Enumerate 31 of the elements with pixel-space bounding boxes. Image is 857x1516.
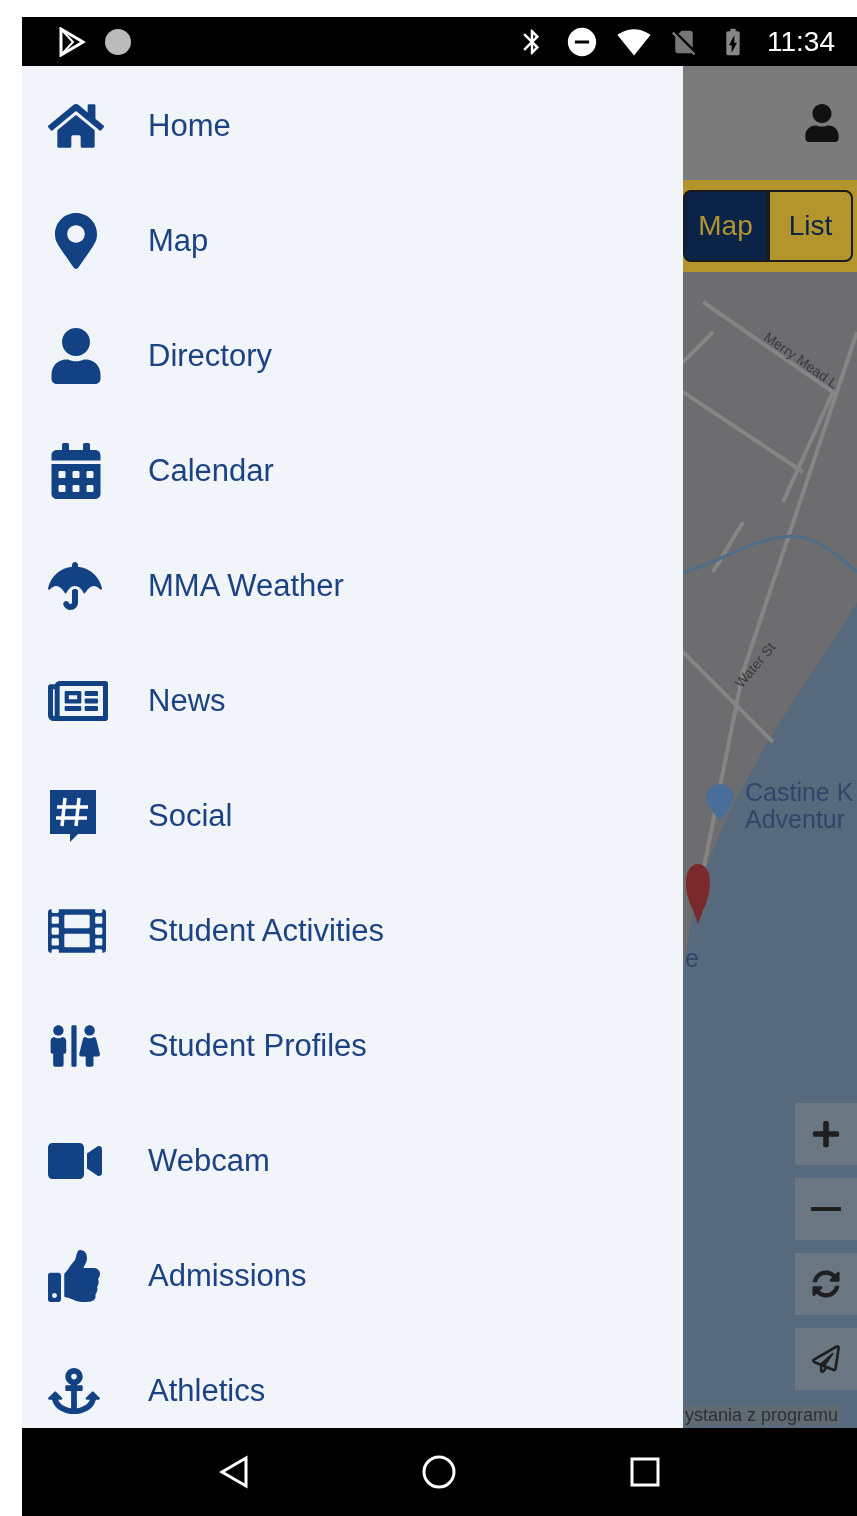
map-attribution: ystania z programu [683,1405,841,1426]
menu-item[interactable]: MMA Weather [22,528,683,643]
menu-item[interactable]: Admissions [22,1218,683,1333]
zoom-in-button[interactable] [795,1103,857,1165]
profile-icon[interactable] [803,104,841,142]
sync-circle-icon [104,27,132,56]
navigation-arrow-icon [812,1345,840,1373]
menu-item[interactable]: Directory [22,298,683,413]
menu-item[interactable]: Map [22,183,683,298]
view-tab[interactable]: Map [683,190,768,262]
locate-button[interactable] [795,1328,857,1390]
menu-item[interactable]: Webcam [22,1103,683,1218]
menu-item[interactable]: Calendar [22,413,683,528]
location-pin-icon [705,784,735,822]
menu-item[interactable]: Home [22,68,683,183]
clock-time: 11:34 [767,25,835,58]
menu-item[interactable]: Social [22,758,683,873]
minus-icon [811,1207,841,1211]
hashtag-icon [48,787,98,844]
zoom-out-button[interactable] [795,1178,857,1240]
menu-item[interactable]: Student Activities [22,873,683,988]
refresh-button[interactable] [795,1253,857,1315]
menu-item[interactable]: News [22,643,683,758]
menu-item[interactable]: Student Profiles [22,988,683,1103]
menu-item[interactable]: Athletics [22,1333,683,1428]
refresh-icon [812,1270,840,1298]
plus-icon [811,1119,841,1149]
thumbs-up-icon [48,1249,100,1302]
play-store-icon [58,26,86,57]
map-marker-icon [683,862,713,926]
view-tab[interactable]: List [768,190,853,262]
